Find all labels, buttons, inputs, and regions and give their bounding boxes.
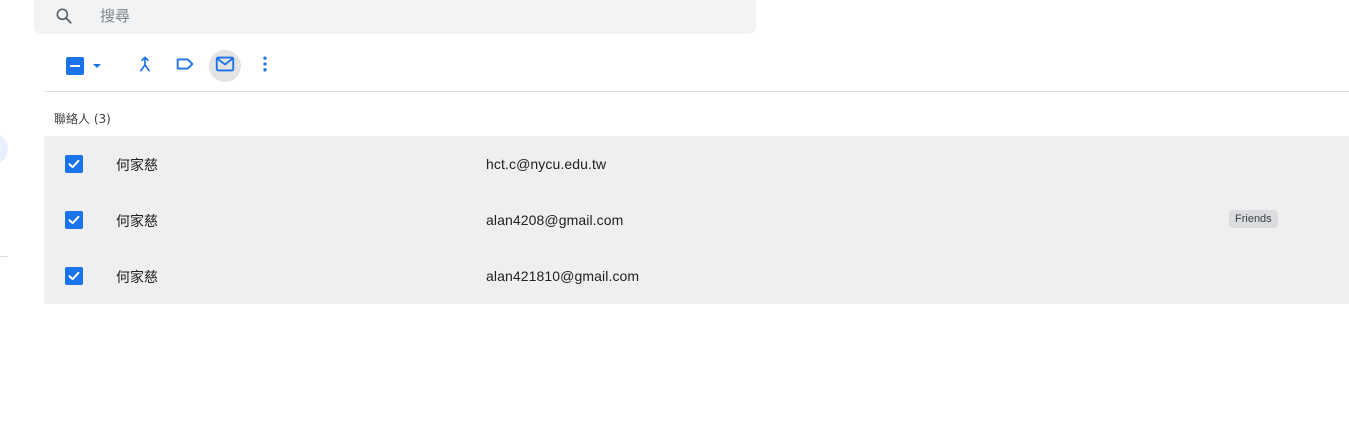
label-icon [174,53,196,80]
check-icon [68,215,80,225]
sidebar-divider [0,256,8,257]
check-icon [68,159,80,169]
contact-name: 何家慈 [116,158,158,174]
selection-toolbar [56,50,281,82]
toolbar-divider [44,91,1349,92]
contact-email: alan421810@gmail.com [486,268,640,284]
contact-row[interactable]: 何家慈 hct.c@nycu.edu.tw [44,136,1349,192]
search-bar[interactable] [34,0,756,34]
mail-icon [214,53,236,80]
contact-row[interactable]: 何家慈 alan4208@gmail.com Friends [44,192,1349,248]
check-icon [68,271,80,281]
search-input[interactable] [98,6,702,26]
contact-email: hct.c@nycu.edu.tw [486,156,607,172]
merge-icon [135,54,155,79]
contact-name: 何家慈 [116,270,158,286]
contacts-page: 聯絡人 (3) 何家慈 hct.c@nycu.edu.tw 何家慈 alan42… [0,0,1349,425]
more-vert-icon [255,54,275,79]
label-button[interactable] [169,50,201,82]
row-checkbox[interactable] [65,155,83,173]
chevron-down-icon[interactable] [90,59,104,73]
row-checkbox[interactable] [65,267,83,285]
search-icon[interactable] [52,4,76,28]
contact-list: 何家慈 hct.c@nycu.edu.tw 何家慈 alan4208@gmail… [44,136,1349,304]
more-actions-button[interactable] [249,50,281,82]
row-checkbox[interactable] [65,211,83,229]
contact-name: 何家慈 [116,214,158,230]
contact-row[interactable]: 何家慈 alan421810@gmail.com [44,248,1349,304]
select-all-dropdown[interactable] [56,57,120,75]
indeterminate-mark-icon [70,65,80,67]
contacts-section-heading: 聯絡人 (3) [54,112,111,126]
contact-email: alan4208@gmail.com [486,212,624,228]
merge-button[interactable] [129,50,161,82]
label-chip-friends[interactable]: Friends [1229,210,1278,228]
select-all-checkbox[interactable] [66,57,84,75]
send-email-button[interactable] [209,50,241,82]
sidebar-active-indicator[interactable] [0,133,8,165]
